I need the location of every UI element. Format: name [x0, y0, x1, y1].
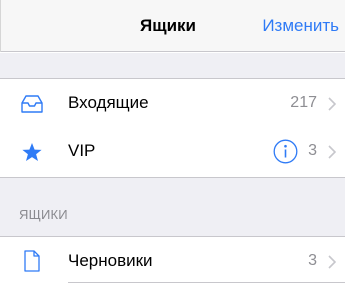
- unread-count: 3: [308, 142, 317, 159]
- mailbox-label: Черновики: [68, 251, 153, 270]
- mailbox-label: VIP: [68, 141, 96, 160]
- mailbox-row-inbox[interactable]: Входящие 217: [0, 80, 345, 128]
- group-spacer-top: [0, 53, 345, 79]
- mailbox-row-vip[interactable]: VIP 3: [0, 128, 345, 176]
- info-icon[interactable]: [273, 139, 298, 164]
- document-icon: [24, 250, 40, 272]
- navigation-bar: Ящики Изменить: [0, 0, 345, 52]
- mailbox-label: Входящие: [68, 93, 149, 112]
- mailbox-row-drafts[interactable]: Черновики 3: [0, 238, 345, 283]
- unread-count: 3: [308, 252, 317, 269]
- navbar-edge-divider: [0, 0, 1, 52]
- page-title: Ящики: [140, 16, 196, 35]
- unread-count: 217: [290, 94, 317, 111]
- chevron-right-icon: [328, 255, 336, 269]
- star-icon: [22, 143, 42, 161]
- edit-button[interactable]: Изменить: [262, 16, 339, 36]
- section-header: ЯЩИКИ: [19, 207, 68, 222]
- chevron-right-icon: [328, 97, 336, 111]
- inbox-tray-icon: [21, 95, 43, 113]
- chevron-right-icon: [328, 145, 336, 159]
